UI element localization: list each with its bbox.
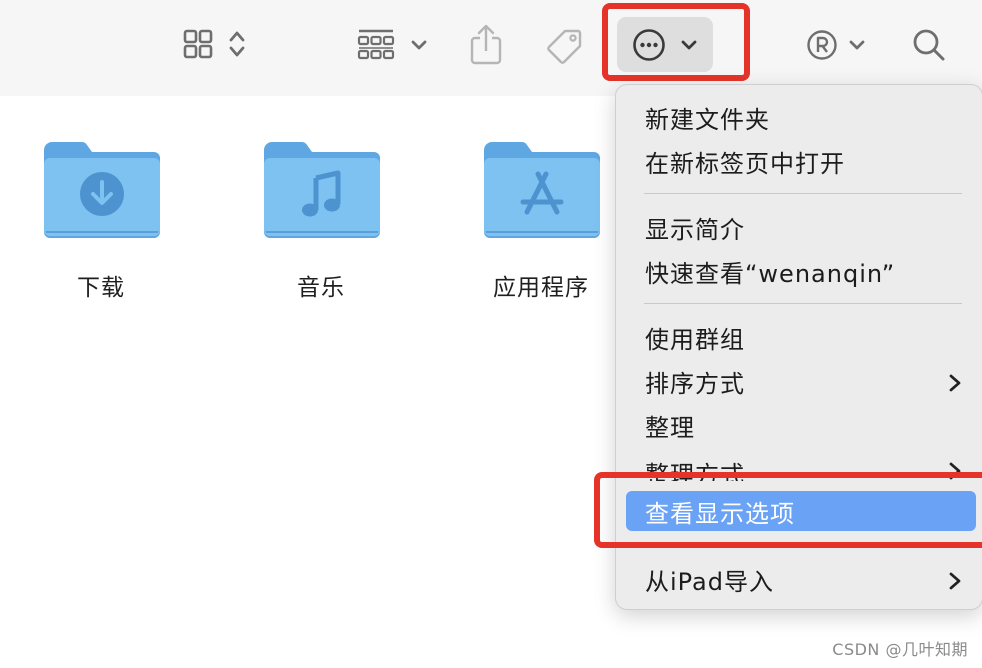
folder-item[interactable]: 音乐 xyxy=(246,140,396,301)
folder-item[interactable]: 应用程序 xyxy=(466,140,616,301)
view-grid-icon[interactable] xyxy=(180,26,216,62)
tag-icon[interactable] xyxy=(544,24,586,66)
menu-item-label: 在新标签页中打开 xyxy=(645,149,845,178)
chevron-right-icon xyxy=(948,459,962,481)
menu-item-new-folder[interactable]: 新建文件夹 xyxy=(626,97,976,137)
chevron-down-icon[interactable] xyxy=(408,34,430,56)
toolbar xyxy=(0,0,982,96)
menu-separator xyxy=(644,303,962,304)
download-icon xyxy=(78,170,126,222)
more-actions-button[interactable] xyxy=(617,17,713,72)
folder-icon xyxy=(482,140,602,240)
menu-item-clean-up[interactable]: 整理 xyxy=(626,405,976,445)
folder-item[interactable]: 下载 xyxy=(26,140,176,301)
search-icon[interactable] xyxy=(910,26,948,64)
menu-item-label: 排序方式 xyxy=(645,369,745,398)
menu-item-label: 整理方式 xyxy=(645,461,745,481)
chevron-right-icon xyxy=(948,371,962,399)
menu-item-open-in-new-tab[interactable]: 在新标签页中打开 xyxy=(626,141,976,181)
menu-item-get-info[interactable]: 显示简介 xyxy=(626,207,976,247)
menu-item-label: 快速查看“wenanqin” xyxy=(645,259,896,288)
more-actions-menu: 新建文件夹 在新标签页中打开 显示简介 快速查看“wenanqin” 使用群组 … xyxy=(615,84,982,610)
watermark: CSDN @几叶知期 xyxy=(832,640,968,659)
menu-item-label: 新建文件夹 xyxy=(645,105,770,134)
menu-item-import-from-ipad[interactable]: 从iPad导入 xyxy=(626,559,976,599)
music-note-icon xyxy=(298,170,346,224)
share-icon[interactable] xyxy=(468,22,504,66)
menu-item-label: 从iPad导入 xyxy=(645,567,775,596)
menu-item-clean-up-by[interactable]: 整理方式 xyxy=(626,449,976,481)
menu-item-show-view-options[interactable]: 查看显示选项 xyxy=(626,491,976,531)
menu-item-sort-by[interactable]: 排序方式 xyxy=(626,361,976,401)
registered-icon[interactable] xyxy=(806,28,838,62)
up-down-chevron-icon[interactable] xyxy=(226,26,248,62)
chevron-down-icon[interactable] xyxy=(846,34,868,56)
folder-icon xyxy=(42,140,162,240)
group-icon[interactable] xyxy=(356,26,396,64)
folder-label: 下载 xyxy=(77,275,125,301)
app-store-icon xyxy=(518,170,566,222)
menu-separator xyxy=(644,193,962,194)
folder-label: 应用程序 xyxy=(493,275,589,301)
menu-item-label: 显示简介 xyxy=(645,215,745,244)
chevron-right-icon xyxy=(948,569,962,597)
menu-item-quick-look[interactable]: 快速查看“wenanqin” xyxy=(626,251,976,291)
menu-item-label: 整理 xyxy=(645,413,695,442)
menu-item-label: 使用群组 xyxy=(645,325,745,354)
chevron-down-icon xyxy=(680,38,698,52)
menu-item-use-groups[interactable]: 使用群组 xyxy=(626,317,976,357)
more-actions-icon xyxy=(632,28,666,62)
menu-item-label: 查看显示选项 xyxy=(645,499,795,528)
folder-icon xyxy=(262,140,382,240)
menu-separator xyxy=(644,547,962,548)
finder-window: 下载 音乐 应用程序 新建文件夹 在新标签页中打开 显示简介 快速查看“wena… xyxy=(0,0,982,668)
folder-label: 音乐 xyxy=(297,275,345,301)
